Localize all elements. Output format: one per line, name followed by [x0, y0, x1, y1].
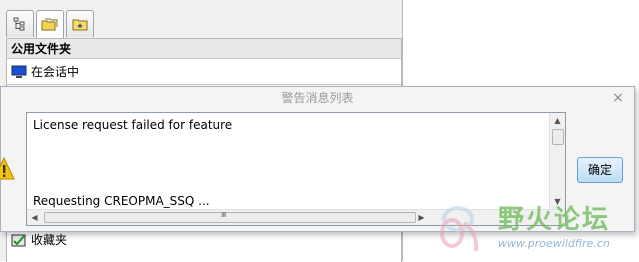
- message-line: License request failed for feature: [33, 118, 233, 132]
- section-title: 公用文件夹: [7, 39, 401, 59]
- folder-item-label: 收藏夹: [31, 233, 68, 247]
- warning-icon: [0, 157, 15, 180]
- watermark-url: www.proewildfire.cn: [498, 237, 610, 250]
- folder-item-in-session[interactable]: 在会话中: [11, 62, 79, 82]
- navigator-tabs: [6, 10, 94, 39]
- favorites-folder-icon: [11, 234, 26, 247]
- ok-button[interactable]: 确定: [577, 157, 623, 183]
- scroll-left-arrow-icon[interactable]: ◀: [27, 210, 42, 225]
- tab-model-tree[interactable]: [6, 10, 34, 37]
- watermark-logo-icon: [440, 206, 479, 252]
- folder-item-label: 在会话中: [31, 65, 80, 79]
- message-line: Requesting CREOPMA_SSQ ...: [33, 194, 210, 208]
- watermark: 野火论坛 www.proewildfire.cn: [430, 193, 639, 261]
- tree-icon: [13, 17, 25, 31]
- dialog-title: 警告消息列表: [281, 91, 354, 105]
- vertical-scroll-thumb[interactable]: [552, 129, 564, 145]
- scroll-grip: IIII: [221, 211, 226, 219]
- horizontal-scroll-thumb[interactable]: IIII: [44, 211, 416, 223]
- close-icon[interactable]: ×: [610, 90, 626, 106]
- scroll-up-arrow-icon[interactable]: ▲: [550, 113, 565, 128]
- scroll-right-arrow-icon[interactable]: ▶: [414, 210, 429, 225]
- favorites-icon: [72, 19, 88, 31]
- monitor-icon: [11, 65, 27, 78]
- folder-item-favorites[interactable]: 收藏夹: [11, 230, 67, 250]
- tab-folder-browser[interactable]: [36, 10, 64, 39]
- divider: [7, 84, 401, 85]
- watermark-brand: 野火论坛: [498, 205, 611, 235]
- folder-browser-icon: [41, 18, 58, 31]
- tab-favorites[interactable]: [66, 10, 94, 37]
